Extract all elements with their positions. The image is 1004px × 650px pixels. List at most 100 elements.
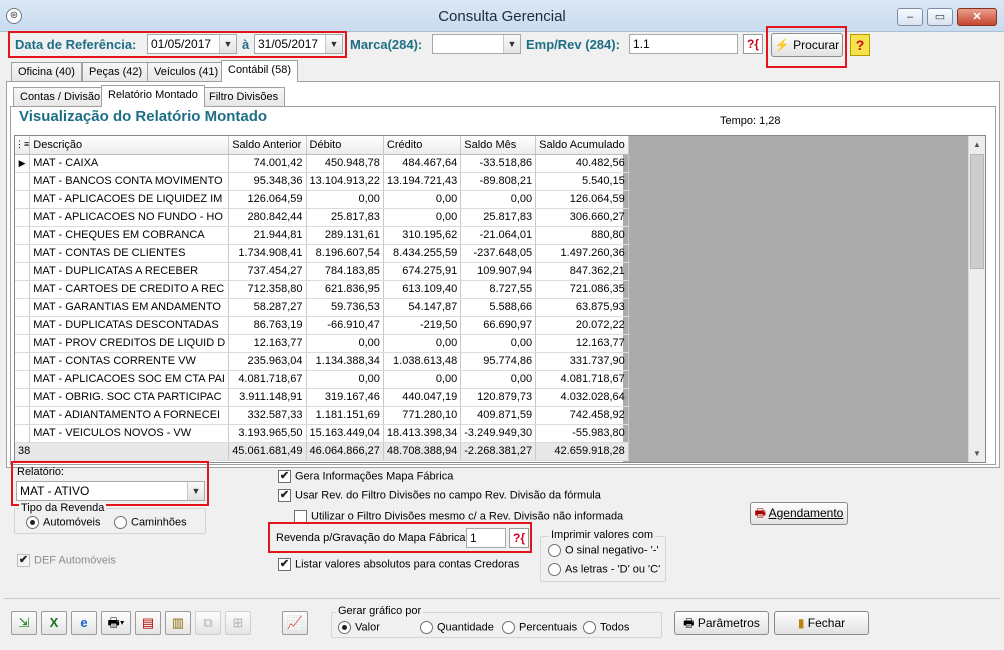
- scroll-up-icon[interactable]: ▲: [969, 136, 985, 153]
- scroll-thumb[interactable]: [970, 154, 984, 269]
- chevron-down-icon[interactable]: ▼: [219, 35, 236, 53]
- vertical-scrollbar[interactable]: ▲ ▼: [968, 136, 985, 462]
- usar-rev-checkbox[interactable]: Usar Rev. do Filtro Divisões no campo Re…: [278, 489, 601, 502]
- table-cell: 674.275,91: [383, 262, 462, 281]
- close-window-button[interactable]: ✕: [957, 8, 997, 26]
- table-row[interactable]: MAT - OBRIG. SOC CTA PARTICIPAC 3.911.148…: [15, 388, 629, 407]
- table-row[interactable]: MAT - DUPLICATAS DESCONTADAS 86.763,19 -66…: [15, 316, 629, 335]
- tab-filtro-divisoes[interactable]: Filtro Divisões: [202, 87, 286, 107]
- tab-contabil[interactable]: Contábil (58): [221, 60, 298, 82]
- minimize-button[interactable]: ‒: [897, 8, 923, 26]
- row-indicator[interactable]: [15, 370, 31, 389]
- table-row[interactable]: MAT - APLICACOES NO FUNDO - HO 280.842,44…: [15, 208, 629, 227]
- as-letras-radio[interactable]: As letras - 'D' ou 'C': [548, 563, 660, 576]
- imprimir-label: Imprimir valores com: [549, 529, 656, 541]
- row-indicator[interactable]: [15, 262, 31, 281]
- column-header-descricao[interactable]: Descrição: [29, 136, 230, 155]
- table-row[interactable]: MAT - ADIANTAMENTO A FORNECEI 332.587,33 1…: [15, 406, 629, 425]
- table-cell: MAT - ADIANTAMENTO A FORNECEI: [29, 406, 230, 425]
- table-cell: 613.109,40: [383, 280, 462, 299]
- gera-info-checkbox[interactable]: Gera Informações Mapa Fábrica: [278, 470, 453, 483]
- column-header-saldo-mes[interactable]: Saldo Mês: [460, 136, 537, 155]
- document-icon[interactable]: ▥: [165, 611, 191, 635]
- chevron-down-icon[interactable]: ▼: [325, 35, 342, 53]
- internet-explorer-icon[interactable]: e: [71, 611, 97, 635]
- table-cell: 409.871,59: [460, 406, 537, 425]
- grafico-todos-radio[interactable]: Todos: [583, 621, 629, 634]
- table-cell: 40.482,56: [535, 154, 629, 173]
- grafico-quantidade-radio[interactable]: Quantidade: [420, 621, 494, 634]
- relatorio-select[interactable]: MAT - ATIVO ▼: [16, 481, 205, 501]
- table-cell: 13.104.913,22: [306, 172, 384, 191]
- column-header-saldo-acumulado[interactable]: Saldo Acumulado: [535, 136, 629, 155]
- excel-icon[interactable]: X: [41, 611, 67, 635]
- row-indicator[interactable]: [15, 298, 31, 317]
- table-row[interactable]: MAT - CHEQUES EM COBRANCA 21.944,81 289.13…: [15, 226, 629, 245]
- table-row[interactable]: MAT - CONTAS DE CLIENTES 1.734.908,41 8.19…: [15, 244, 629, 263]
- procurar-button[interactable]: ⚡ Procurar: [771, 33, 843, 57]
- table-row[interactable]: MAT - BANCOS CONTA MOVIMENTO 95.348,36 13.…: [15, 172, 629, 191]
- row-indicator[interactable]: [15, 316, 31, 335]
- help-icon[interactable]: ?: [850, 34, 870, 56]
- current-row-indicator-icon[interactable]: ▶: [15, 154, 31, 173]
- revenda-lookup-icon[interactable]: ?{: [509, 528, 529, 548]
- grafico-percentuais-radio[interactable]: Percentuais: [502, 621, 577, 634]
- parametros-button[interactable]: 🖶 Parâmetros: [674, 611, 769, 635]
- tab-relatorio-montado[interactable]: Relatório Montado: [101, 85, 205, 107]
- row-indicator[interactable]: [15, 280, 31, 299]
- row-indicator[interactable]: [15, 226, 31, 245]
- column-header-credito[interactable]: Crédito: [383, 136, 462, 155]
- table-cell: -3.249.949,30: [460, 424, 537, 443]
- tab-veiculos[interactable]: Veículos (41): [147, 62, 226, 82]
- row-indicator[interactable]: [15, 244, 31, 263]
- row-indicator[interactable]: [15, 334, 31, 353]
- emp-rev-lookup-icon[interactable]: ?{: [743, 34, 763, 54]
- printer-icon: 🖶: [683, 616, 695, 630]
- revenda-gravacao-input[interactable]: 1: [466, 528, 506, 548]
- table-row[interactable]: MAT - CARTOES DE CREDITO A REC 712.358,80…: [15, 280, 629, 299]
- report-grid[interactable]: ⋮≡ Descrição Saldo Anterior Débito Crédi…: [14, 135, 986, 463]
- row-indicator[interactable]: [15, 208, 31, 227]
- table-row[interactable]: MAT - PROV CREDITOS DE LIQUID D 12.163,77…: [15, 334, 629, 353]
- row-indicator[interactable]: [15, 424, 31, 443]
- row-indicator[interactable]: [15, 352, 31, 371]
- chevron-down-icon[interactable]: ▼: [503, 35, 520, 53]
- table-cell: 0,00: [306, 334, 384, 353]
- maximize-button[interactable]: ▭: [927, 8, 953, 26]
- column-header-debito[interactable]: Débito: [306, 136, 384, 155]
- sinal-negativo-radio[interactable]: O sinal negativo- '-': [548, 544, 658, 557]
- row-indicator[interactable]: [15, 388, 31, 407]
- export-icon[interactable]: ⇲: [11, 611, 37, 635]
- row-indicator[interactable]: [15, 190, 31, 209]
- tipo-caminhoes-radio[interactable]: Caminhões: [114, 516, 187, 529]
- column-header-saldo-anterior[interactable]: Saldo Anterior: [228, 136, 307, 155]
- table-row[interactable]: MAT - GARANTIAS EM ANDAMENTO 58.287,27 59.…: [15, 298, 629, 317]
- tipo-automoveis-radio[interactable]: Automóveis: [26, 516, 100, 529]
- tab-contas-divisao[interactable]: Contas / Divisão: [13, 87, 108, 107]
- fechar-button[interactable]: ▮ Fechar: [774, 611, 869, 635]
- grafico-valor-radio[interactable]: Valor: [338, 621, 380, 634]
- table-row[interactable]: MAT - APLICACOES SOC EM CTA PAI 4.081.718…: [15, 370, 629, 389]
- table-row[interactable]: MAT - VEICULOS NOVOS - VW 3.193.965,50 15.…: [15, 424, 629, 443]
- agendamento-button[interactable]: 🖶 Agendamento: [750, 502, 848, 525]
- table-row[interactable]: MAT - CONTAS CORRENTE VW 235.963,04 1.134.…: [15, 352, 629, 371]
- scroll-down-icon[interactable]: ▼: [969, 445, 985, 462]
- table-row[interactable]: MAT - DUPLICATAS A RECEBER 737.454,27 784.…: [15, 262, 629, 281]
- row-indicator[interactable]: [15, 172, 31, 191]
- tab-pecas[interactable]: Peças (42): [82, 62, 150, 82]
- row-indicator[interactable]: [15, 406, 31, 425]
- print-dropdown-icon[interactable]: 🖶▾: [101, 611, 131, 635]
- date-from-select[interactable]: 01/05/2017 ▼: [147, 34, 237, 54]
- marca-select[interactable]: ▼: [432, 34, 521, 54]
- table-cell: 120.879,73: [460, 388, 537, 407]
- print-preview-icon[interactable]: ▤: [135, 611, 161, 635]
- chart-icon[interactable]: 📈: [282, 611, 308, 635]
- table-row[interactable]: MAT - APLICACOES DE LIQUIDEZ IM 126.064,5…: [15, 190, 629, 209]
- table-row[interactable]: ▶ MAT - CAIXA 74.001,42 450.948,78 484.467,6…: [15, 154, 629, 173]
- date-to-select[interactable]: 31/05/2017 ▼: [254, 34, 343, 54]
- emp-rev-input[interactable]: 1.1: [629, 34, 738, 54]
- chevron-down-icon[interactable]: ▼: [187, 482, 204, 500]
- listar-absolutos-checkbox[interactable]: Listar valores absolutos para contas Cre…: [278, 558, 519, 571]
- table-cell: 59.736,53: [306, 298, 384, 317]
- tab-oficina[interactable]: Oficina (40): [11, 62, 82, 82]
